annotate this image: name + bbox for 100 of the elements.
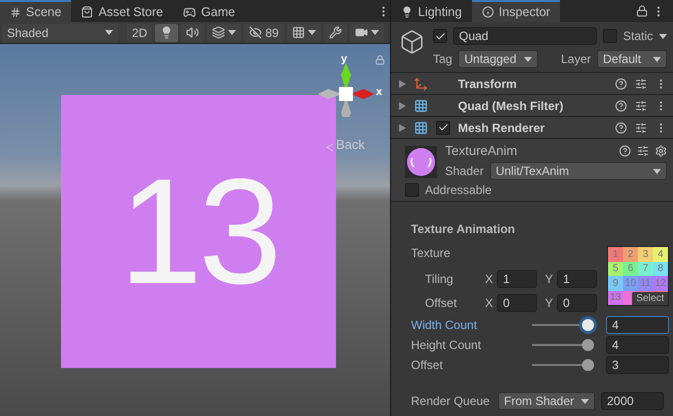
axes-icon bbox=[414, 76, 428, 90]
caret-icon bbox=[105, 30, 113, 35]
foldout-icon[interactable] bbox=[399, 80, 406, 88]
quad-number: 13 bbox=[61, 95, 336, 368]
caret-icon bbox=[653, 56, 661, 62]
tools-button[interactable] bbox=[324, 24, 347, 42]
component-header[interactable]: Quad (Mesh Filter) bbox=[391, 95, 673, 117]
select-button[interactable]: Select bbox=[632, 292, 668, 305]
y-field[interactable]: 1 bbox=[557, 270, 598, 288]
settings-icon[interactable] bbox=[655, 144, 667, 156]
axis-label: x bbox=[376, 86, 382, 98]
scene-tab[interactable]: Asset Store bbox=[71, 0, 174, 22]
slider-thumb[interactable] bbox=[582, 319, 594, 331]
texture-thumbnail[interactable]: 1 2 3 4 5 6 7 8 9 10 11 12 13 Select bbox=[607, 246, 669, 306]
render-queue-label: Render Queue bbox=[411, 394, 491, 408]
view-label: Back bbox=[336, 137, 365, 152]
axis-label: Y bbox=[545, 272, 554, 286]
scene-tab[interactable]: Scene bbox=[0, 0, 72, 22]
shading-dropdown[interactable]: Shaded bbox=[2, 24, 118, 42]
grid-icon bbox=[10, 6, 21, 18]
material-name: TextureAnim bbox=[445, 143, 518, 158]
texture-label: Texture bbox=[411, 246, 452, 260]
layer-label: Layer bbox=[560, 52, 591, 66]
value-field[interactable]: 4 bbox=[606, 316, 669, 334]
foldout-icon[interactable] bbox=[399, 124, 406, 132]
tag-dropdown[interactable]: Untagged bbox=[458, 50, 538, 68]
preset-icon[interactable] bbox=[635, 122, 647, 134]
tag-label: Tag bbox=[433, 52, 452, 66]
preset-icon[interactable] bbox=[635, 100, 647, 112]
cube-icon[interactable] bbox=[399, 29, 425, 55]
name-field[interactable]: Quad bbox=[453, 27, 597, 45]
y-field[interactable]: 0 bbox=[557, 294, 598, 312]
static-checkbox[interactable] bbox=[602, 29, 617, 43]
slider-label: Width Count bbox=[411, 318, 478, 332]
slider-thumb[interactable] bbox=[582, 359, 594, 371]
slider-label: Height Count bbox=[411, 338, 482, 352]
lightbulb-icon bbox=[401, 6, 413, 18]
mode-2d-button[interactable]: 2D bbox=[127, 24, 152, 42]
help-icon[interactable] bbox=[615, 122, 627, 134]
audio-toggle[interactable] bbox=[181, 24, 204, 42]
caret-icon bbox=[228, 30, 236, 35]
gamepad-icon bbox=[183, 6, 196, 18]
render-queue-field[interactable]: 2000 bbox=[601, 392, 664, 410]
inspector-tab[interactable]: Inspector bbox=[472, 0, 560, 22]
bag-icon bbox=[81, 6, 94, 18]
help-icon[interactable] bbox=[615, 78, 627, 90]
x-field[interactable]: 0 bbox=[497, 294, 538, 312]
active-checkbox[interactable] bbox=[433, 29, 447, 43]
material-sphere-icon bbox=[405, 146, 437, 178]
static-label: Static bbox=[622, 29, 653, 43]
vector-label: Offset bbox=[424, 296, 458, 310]
axis-label: y bbox=[341, 53, 348, 65]
preset-icon[interactable] bbox=[637, 144, 649, 156]
speaker-icon bbox=[186, 26, 200, 39]
caret-icon bbox=[653, 168, 661, 174]
caret-icon bbox=[370, 30, 379, 35]
caret-icon bbox=[524, 56, 532, 62]
section-title: Texture Animation bbox=[411, 222, 516, 236]
mesh-grid-icon bbox=[414, 98, 428, 112]
camera-icon bbox=[354, 26, 368, 39]
inspector-tab[interactable]: Lighting bbox=[391, 0, 472, 22]
axis-label: Y bbox=[545, 296, 554, 310]
enabled-checkbox[interactable] bbox=[436, 120, 450, 134]
camera-button[interactable] bbox=[350, 24, 384, 42]
caret-icon bbox=[581, 398, 589, 404]
value-field[interactable]: 3 bbox=[606, 356, 669, 374]
addressable-checkbox[interactable] bbox=[405, 183, 419, 197]
lightbulb-icon bbox=[160, 26, 174, 39]
eye-off-icon bbox=[249, 26, 262, 39]
lock-icon[interactable] bbox=[636, 5, 648, 17]
vector-label: Tiling bbox=[424, 272, 454, 286]
preset-icon[interactable] bbox=[635, 78, 647, 90]
lighting-toggle[interactable] bbox=[155, 24, 178, 42]
x-field[interactable]: 1 bbox=[497, 270, 538, 288]
addressable-label: Addressable bbox=[425, 183, 492, 197]
axis-label: X bbox=[485, 272, 494, 286]
wrench-icon bbox=[328, 26, 342, 39]
effects-toggle[interactable] bbox=[207, 24, 242, 42]
check-icon bbox=[434, 30, 446, 42]
check-icon bbox=[438, 122, 448, 133]
shader-label: Shader bbox=[445, 164, 484, 178]
help-icon[interactable] bbox=[619, 144, 631, 156]
hidden-objects-toggle[interactable]: 89 bbox=[244, 24, 284, 42]
render-queue-dropdown[interactable]: From Shader bbox=[498, 392, 595, 410]
caret-icon bbox=[659, 34, 667, 38]
value-field[interactable]: 4 bbox=[606, 336, 669, 354]
slider-label: Offset bbox=[411, 358, 444, 372]
component-header[interactable]: Mesh Renderer bbox=[391, 117, 673, 139]
layer-dropdown[interactable]: Default bbox=[597, 50, 667, 68]
help-icon[interactable] bbox=[615, 100, 627, 112]
scene-tab[interactable]: Game bbox=[173, 0, 246, 22]
shader-dropdown[interactable]: Unlit/TexAnim bbox=[490, 162, 667, 180]
caret-icon bbox=[308, 30, 316, 35]
axis-label: X bbox=[485, 296, 494, 310]
foldout-icon[interactable] bbox=[399, 102, 406, 110]
info-icon bbox=[482, 6, 494, 18]
component-header[interactable]: Transform bbox=[391, 73, 673, 95]
grid-icon bbox=[292, 26, 305, 39]
grid-toggle[interactable] bbox=[286, 24, 321, 42]
slider-thumb[interactable] bbox=[582, 339, 594, 351]
